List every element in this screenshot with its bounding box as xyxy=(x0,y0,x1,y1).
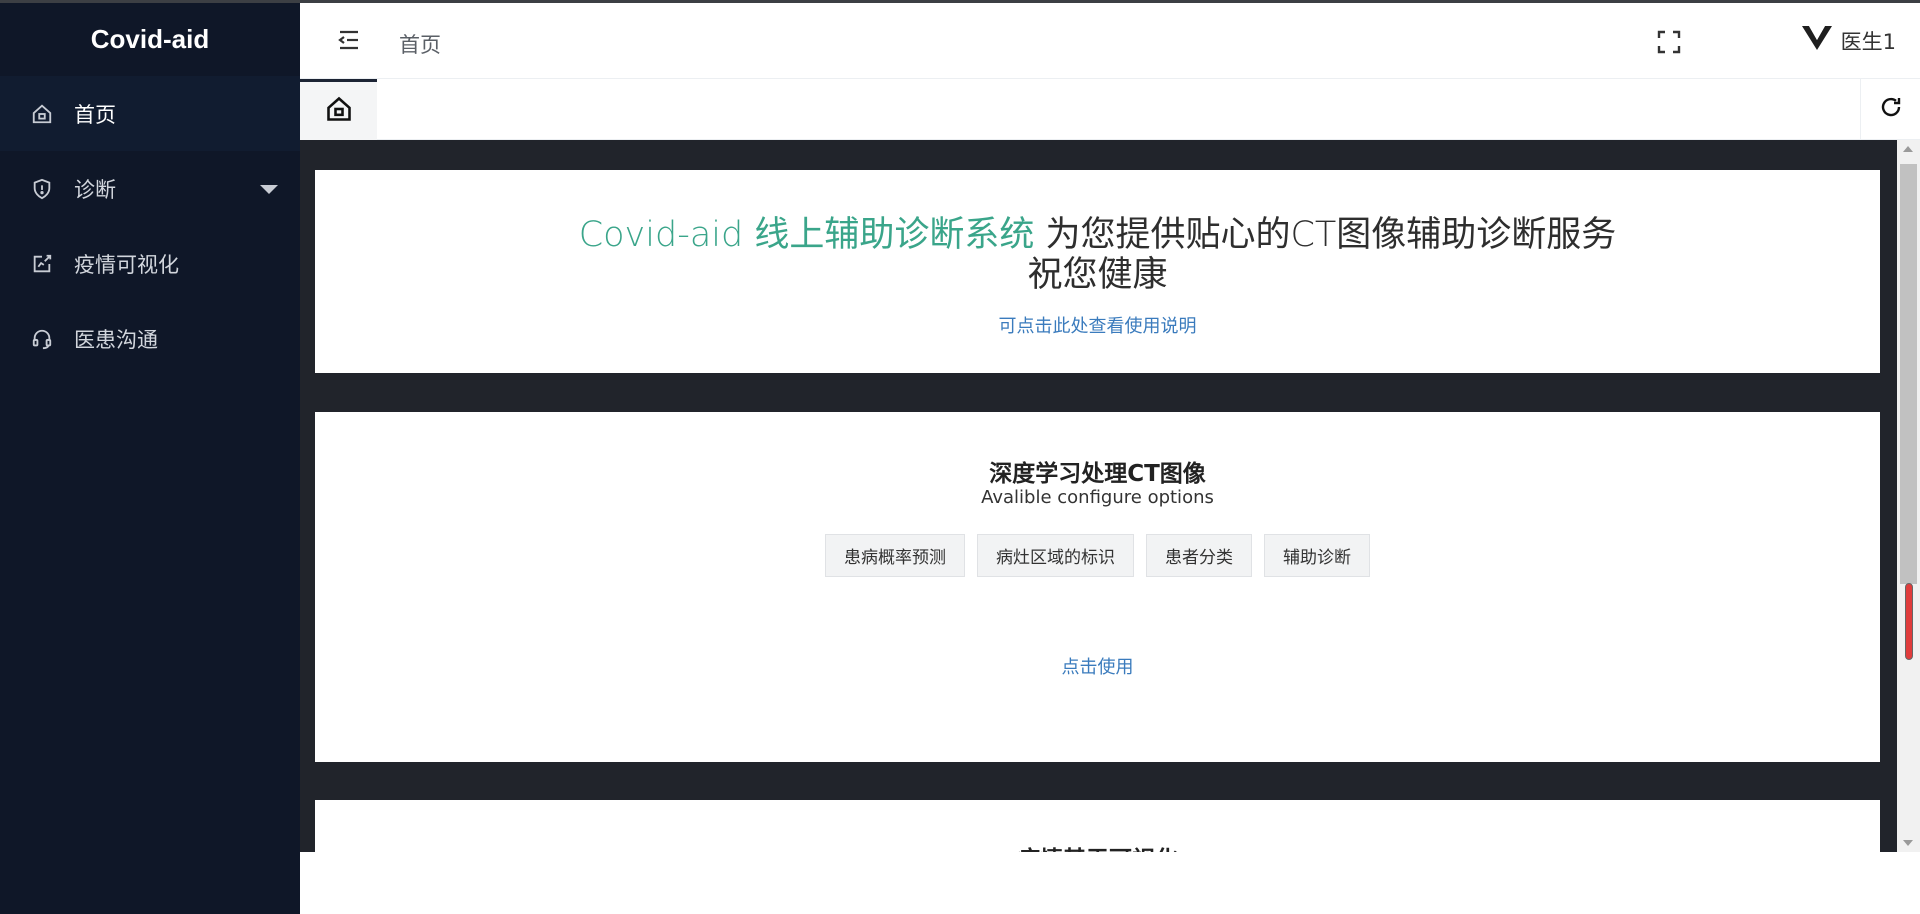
sidebar-item-label: 医患沟通 xyxy=(74,327,158,352)
chart-edit-icon xyxy=(30,252,54,276)
vertical-scrollbar[interactable] xyxy=(1897,140,1920,852)
main-content: Covid-aid 线上辅助诊断系统 为您提供贴心的CT图像辅助诊断服务 祝您健… xyxy=(300,140,1897,852)
scrollbar-thumb[interactable] xyxy=(1900,164,1917,584)
tag-assisted-diagnosis[interactable]: 辅助诊断 xyxy=(1264,534,1370,577)
welcome-heading: Covid-aid 线上辅助诊断系统 为您提供贴心的CT图像辅助诊断服务 祝您健… xyxy=(315,215,1880,295)
deep-learning-card: 深度学习处理CT图像 Avalible configure options 患病… xyxy=(315,412,1880,762)
sidebar-item-label: 诊断 xyxy=(74,177,116,202)
welcome-text: 为您提供贴心的CT图像辅助诊断服务 xyxy=(1034,215,1617,255)
home-icon xyxy=(30,102,54,126)
help-link[interactable]: 可点击此处查看使用说明 xyxy=(315,312,1880,338)
shield-icon xyxy=(30,177,54,201)
tag-lesion-marking[interactable]: 病灶区域的标识 xyxy=(977,534,1134,577)
bottom-area xyxy=(300,852,1920,914)
refresh-icon xyxy=(1879,95,1903,124)
headset-icon xyxy=(30,327,54,351)
user-menu[interactable]: 医生1 xyxy=(1801,25,1896,56)
tab-home[interactable] xyxy=(300,79,377,140)
scroll-up-icon[interactable] xyxy=(1903,146,1913,152)
menu-collapse-icon[interactable] xyxy=(336,27,362,53)
vue-logo-icon xyxy=(1801,25,1833,56)
sidebar-item-doctor-patient-chat[interactable]: 医患沟通 xyxy=(0,301,300,376)
refresh-button[interactable] xyxy=(1860,79,1920,140)
sidebar-item-home[interactable]: 首页 xyxy=(0,76,300,151)
sidebar-item-label: 首页 xyxy=(74,102,116,127)
home-icon xyxy=(325,95,353,128)
visualization-card: 疫情基于可视化 xyxy=(315,800,1880,852)
brand-title: Covid-aid xyxy=(90,24,210,54)
scroll-marker xyxy=(1905,583,1913,660)
sidebar: Covid-aid 首页 诊断 疫情可视化 医患沟通 xyxy=(0,3,300,914)
scroll-down-icon[interactable] xyxy=(1903,840,1913,846)
sidebar-item-epidemic-visualization[interactable]: 疫情可视化 xyxy=(0,226,300,301)
tag-patient-classification[interactable]: 患者分类 xyxy=(1146,534,1252,577)
tab-bar xyxy=(300,79,1920,140)
tag-probability-prediction[interactable]: 患病概率预测 xyxy=(825,534,965,577)
option-tags: 患病概率预测 病灶区域的标识 患者分类 辅助诊断 xyxy=(315,534,1880,577)
welcome-wish: 祝您健康 xyxy=(1027,255,1168,295)
chevron-down-icon[interactable] xyxy=(260,184,278,194)
breadcrumb-title: 首页 xyxy=(399,33,441,57)
card-subtitle: Avalible configure options xyxy=(981,487,1214,508)
card-title: 疫情基于可视化 xyxy=(315,840,1880,852)
welcome-card: Covid-aid 线上辅助诊断系统 为您提供贴心的CT图像辅助诊断服务 祝您健… xyxy=(315,170,1880,373)
user-name: 医生1 xyxy=(1840,29,1896,54)
system-name: Covid-aid 线上辅助诊断系统 xyxy=(578,215,1035,255)
top-header: 首页 医生1 xyxy=(300,3,1920,79)
card-title: 深度学习处理CT图像 xyxy=(989,461,1206,487)
fullscreen-icon[interactable] xyxy=(1656,29,1682,55)
sidebar-item-diagnosis[interactable]: 诊断 xyxy=(0,151,300,226)
use-link[interactable]: 点击使用 xyxy=(315,653,1880,679)
sidebar-item-label: 疫情可视化 xyxy=(74,252,179,277)
